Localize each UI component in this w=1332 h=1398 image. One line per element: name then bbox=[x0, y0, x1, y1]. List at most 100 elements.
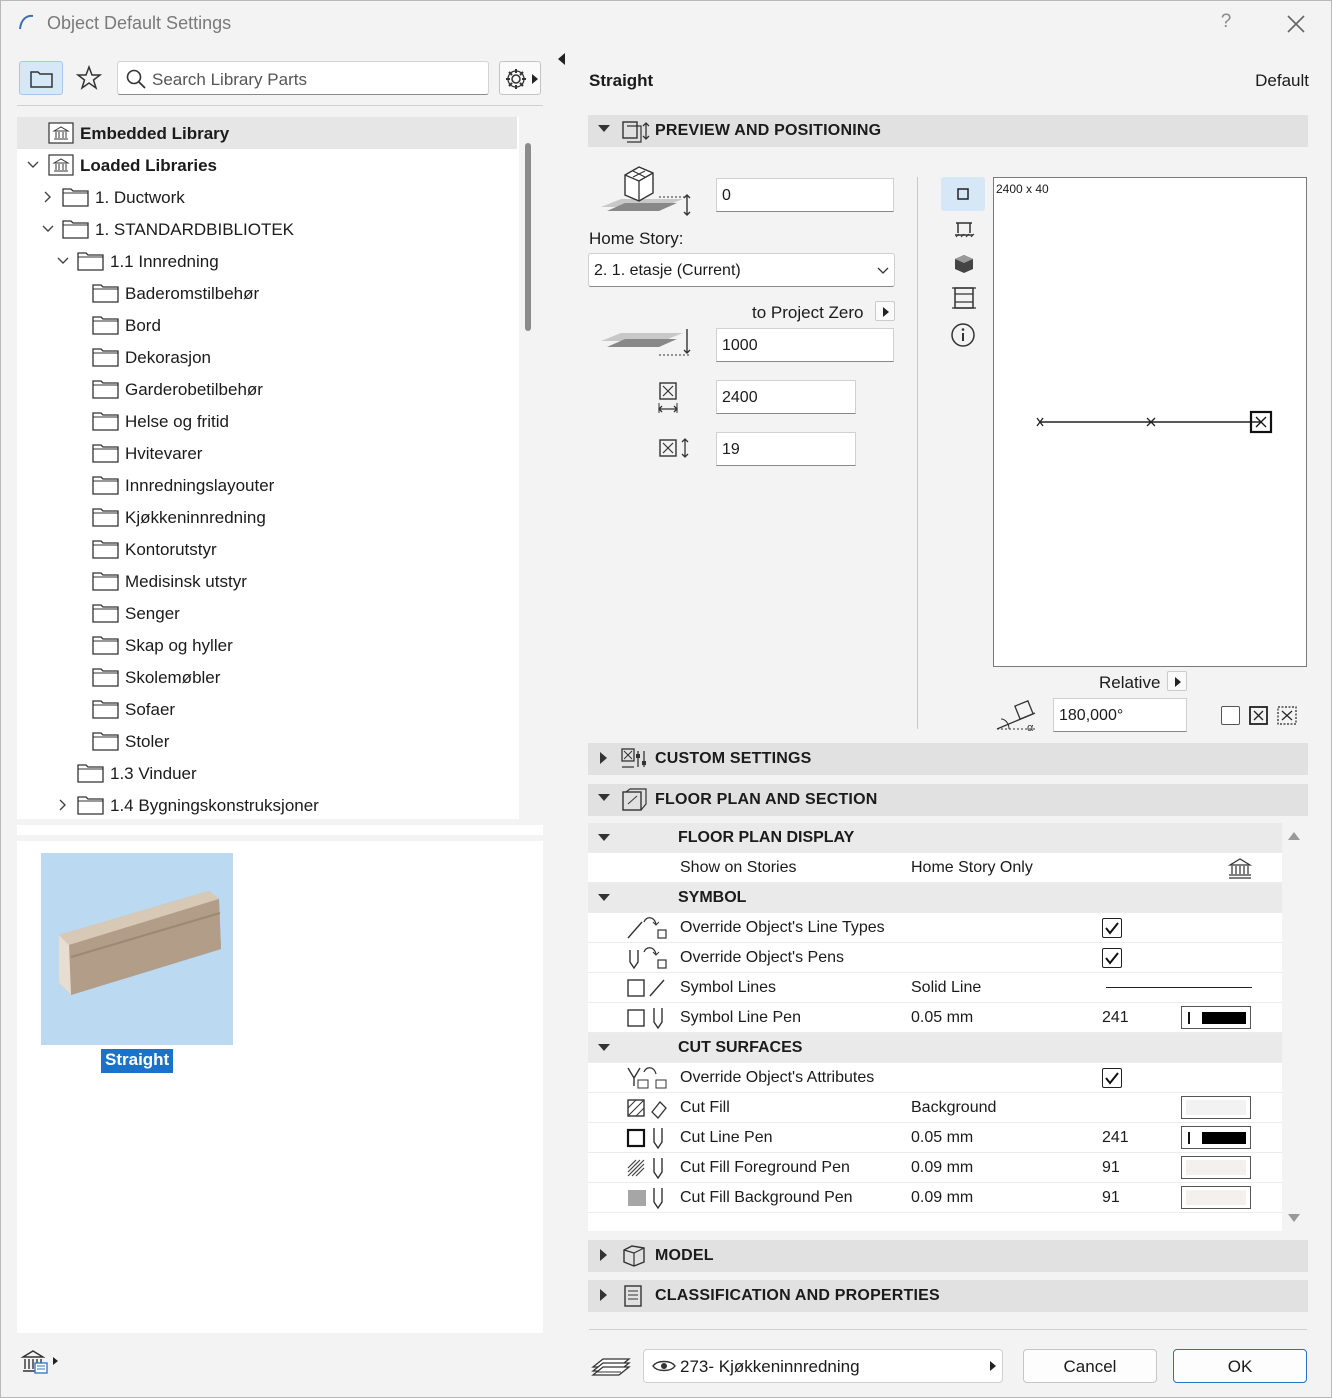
property-row[interactable]: Cut Line Pen 0.05 mm 241 bbox=[588, 1123, 1282, 1153]
to-project-zero-menu-button[interactable] bbox=[875, 301, 895, 321]
3d-view-icon[interactable] bbox=[953, 253, 975, 275]
scroll-up-icon[interactable] bbox=[1288, 831, 1300, 841]
property-value: 0.05 mm bbox=[911, 1009, 974, 1026]
tree-item[interactable]: Sofaer bbox=[17, 693, 517, 725]
tree-item[interactable]: 1. Ductwork bbox=[17, 181, 517, 213]
stories-icon[interactable] bbox=[1227, 857, 1253, 879]
tree-item[interactable]: Hvitevarer bbox=[17, 437, 517, 469]
relative-menu-button[interactable] bbox=[1167, 671, 1187, 691]
folder-icon bbox=[92, 668, 119, 687]
tree-item[interactable]: Embedded Library bbox=[17, 117, 517, 149]
tree-scrollbar[interactable] bbox=[525, 143, 531, 331]
tree-item[interactable]: Skolemøbler bbox=[17, 661, 517, 693]
property-group-header[interactable]: FLOOR PLAN DISPLAY bbox=[588, 823, 1282, 853]
offset-field[interactable]: 0 bbox=[716, 178, 894, 212]
library-tree[interactable]: Embedded Library Loaded Libraries 1. Ductw… bbox=[17, 117, 519, 819]
tree-item[interactable]: Medisinsk utstyr bbox=[17, 565, 517, 597]
rotation-angle-field[interactable]: 180,000° bbox=[1053, 698, 1187, 732]
plan-view-button[interactable] bbox=[941, 177, 985, 211]
section-view-icon[interactable] bbox=[953, 221, 975, 239]
cancel-button[interactable]: Cancel bbox=[1023, 1349, 1157, 1383]
property-row[interactable]: Override Object's Attributes bbox=[588, 1063, 1282, 1093]
height-field[interactable]: 19 bbox=[716, 432, 856, 466]
chevron-down-icon bbox=[598, 1044, 610, 1051]
scroll-down-icon[interactable] bbox=[1288, 1213, 1300, 1223]
tree-item[interactable]: 1.1 Innredning bbox=[17, 245, 517, 277]
library-manager-button[interactable] bbox=[17, 1345, 61, 1381]
tree-item[interactable]: Loaded Libraries bbox=[17, 149, 517, 181]
selected-part-label[interactable]: Straight bbox=[101, 1049, 174, 1073]
pen-color-swatch[interactable] bbox=[1181, 1096, 1251, 1119]
elevation-field[interactable]: 1000 bbox=[716, 328, 894, 362]
home-story-select[interactable]: 2. 1. etasje (Current) bbox=[588, 253, 895, 287]
elevation-view-icon[interactable] bbox=[951, 285, 977, 311]
favorites-button[interactable] bbox=[71, 61, 107, 95]
property-group-header[interactable]: CUT SURFACES bbox=[588, 1033, 1282, 1063]
pen-color-swatch[interactable] bbox=[1181, 1006, 1251, 1029]
folder-icon bbox=[92, 380, 119, 399]
tree-item-label: Senger bbox=[125, 604, 180, 623]
chevron-down-icon[interactable] bbox=[27, 159, 39, 171]
tree-item[interactable]: Innredningslayouter bbox=[17, 469, 517, 501]
property-group-header[interactable]: SYMBOL bbox=[588, 883, 1282, 913]
pen-color-swatch[interactable] bbox=[1181, 1156, 1251, 1179]
chevron-down-icon[interactable] bbox=[42, 223, 54, 235]
pen-color-swatch[interactable] bbox=[1181, 1186, 1251, 1209]
pane-splitter[interactable] bbox=[17, 825, 543, 835]
folder-view-button[interactable] bbox=[19, 61, 63, 95]
tree-item[interactable]: Dekorasjon bbox=[17, 341, 517, 373]
property-row[interactable]: Override Object's Pens bbox=[588, 943, 1282, 973]
search-input[interactable]: Search Library Parts bbox=[117, 61, 489, 95]
object-preview: 2400 x 40 bbox=[993, 177, 1307, 667]
override-checkbox[interactable] bbox=[1102, 948, 1122, 968]
ok-button[interactable]: OK bbox=[1173, 1349, 1307, 1383]
property-row[interactable]: Symbol Lines Solid Line bbox=[588, 973, 1282, 1003]
layer-name: 273- Kjøkkeninnredning bbox=[680, 1357, 860, 1376]
chevron-right-icon[interactable] bbox=[42, 191, 54, 203]
tree-item[interactable]: Stoler bbox=[17, 725, 517, 757]
override-checkbox[interactable] bbox=[1102, 918, 1122, 938]
mirror-on-icon[interactable] bbox=[1277, 706, 1299, 726]
tree-item[interactable]: Baderomstilbehør bbox=[17, 277, 517, 309]
property-row[interactable]: Show on Stories Home Story Only bbox=[588, 853, 1282, 883]
mirror-off-icon[interactable] bbox=[1249, 706, 1269, 726]
mirror-checkbox[interactable] bbox=[1221, 706, 1240, 725]
property-row[interactable]: Cut Fill Background Pen 0.09 mm 91 bbox=[588, 1183, 1282, 1213]
tree-item[interactable]: 1. STANDARDBIBLIOTEK bbox=[17, 213, 517, 245]
folder-icon bbox=[92, 412, 119, 431]
layer-select[interactable]: 273- Kjøkkeninnredning bbox=[643, 1349, 1003, 1383]
section-model[interactable]: MODEL bbox=[588, 1240, 1308, 1272]
property-row[interactable]: Cut Fill Background bbox=[588, 1093, 1282, 1123]
override-checkbox[interactable] bbox=[1102, 1068, 1122, 1088]
section-classification[interactable]: CLASSIFICATION AND PROPERTIES bbox=[588, 1280, 1308, 1312]
tree-item[interactable]: Senger bbox=[17, 597, 517, 629]
collapse-panel-arrow-icon[interactable] bbox=[557, 53, 567, 65]
layer-settings-button[interactable] bbox=[589, 1347, 631, 1383]
close-icon[interactable] bbox=[1285, 13, 1307, 35]
tree-item[interactable]: 1.3 Vinduer bbox=[17, 757, 517, 789]
pen-color-swatch[interactable] bbox=[1181, 1126, 1251, 1149]
tree-item[interactable]: Garderobetilbehør bbox=[17, 373, 517, 405]
property-row[interactable]: Override Object's Line Types bbox=[588, 913, 1282, 943]
help-button[interactable]: ? bbox=[1215, 11, 1237, 33]
chevron-right-icon[interactable] bbox=[57, 799, 69, 811]
section-preview-positioning[interactable]: PREVIEW AND POSITIONING bbox=[588, 115, 1308, 147]
tree-item[interactable]: Skap og hyller bbox=[17, 629, 517, 661]
section-custom-settings[interactable]: CUSTOM SETTINGS bbox=[588, 743, 1308, 775]
library-part-thumbnail[interactable] bbox=[41, 853, 233, 1045]
square-icon bbox=[957, 188, 969, 200]
width-field[interactable]: 2400 bbox=[716, 380, 856, 414]
tree-item[interactable]: Kontorutstyr bbox=[17, 533, 517, 565]
folder-icon bbox=[77, 764, 104, 783]
property-row[interactable]: Symbol Line Pen 0.05 mm 241 bbox=[588, 1003, 1282, 1033]
tree-item[interactable]: Helse og fritid bbox=[17, 405, 517, 437]
section-floor-plan[interactable]: FLOOR PLAN AND SECTION bbox=[588, 784, 1308, 816]
tree-item[interactable]: 1.4 Bygningskonstruksjoner bbox=[17, 789, 517, 821]
chevron-down-icon[interactable] bbox=[57, 255, 69, 267]
property-row[interactable]: Cut Fill Foreground Pen 0.09 mm 91 bbox=[588, 1153, 1282, 1183]
info-icon[interactable] bbox=[951, 323, 977, 349]
tree-item[interactable]: Bord bbox=[17, 309, 517, 341]
folder-icon bbox=[92, 476, 119, 495]
tree-item[interactable]: Kjøkkeninnredning bbox=[17, 501, 517, 533]
library-settings-button[interactable] bbox=[499, 61, 541, 95]
